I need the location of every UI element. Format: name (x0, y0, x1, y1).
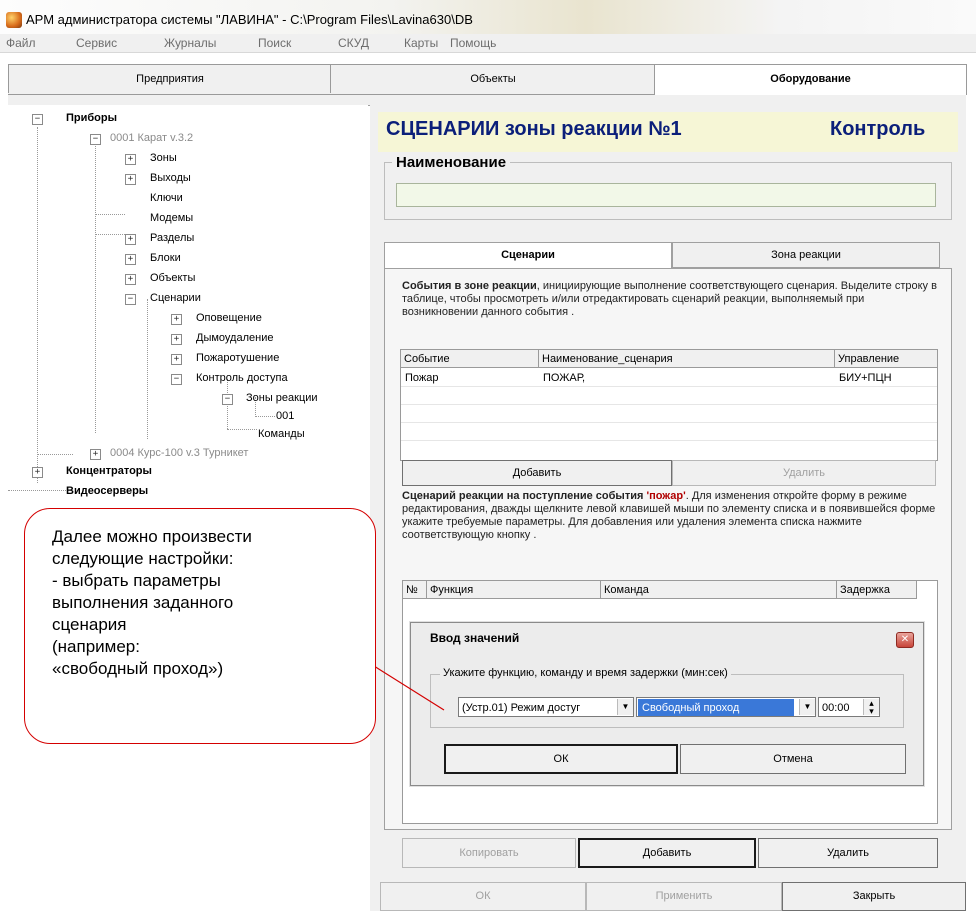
callout-line: выполнения заданного (52, 593, 234, 612)
callout-line: Далее можно произвести (52, 527, 252, 546)
callout-line: сценария (52, 615, 127, 634)
callout-line: (например: (52, 637, 140, 656)
callout-line: - выбрать параметры (52, 571, 221, 590)
callout-line: следующие настройки: (52, 549, 234, 568)
callout-line: «свободный проход») (52, 659, 224, 678)
callout-pointer (373, 665, 445, 711)
callout-text: Далее можно произвести следующие настрой… (52, 526, 362, 680)
